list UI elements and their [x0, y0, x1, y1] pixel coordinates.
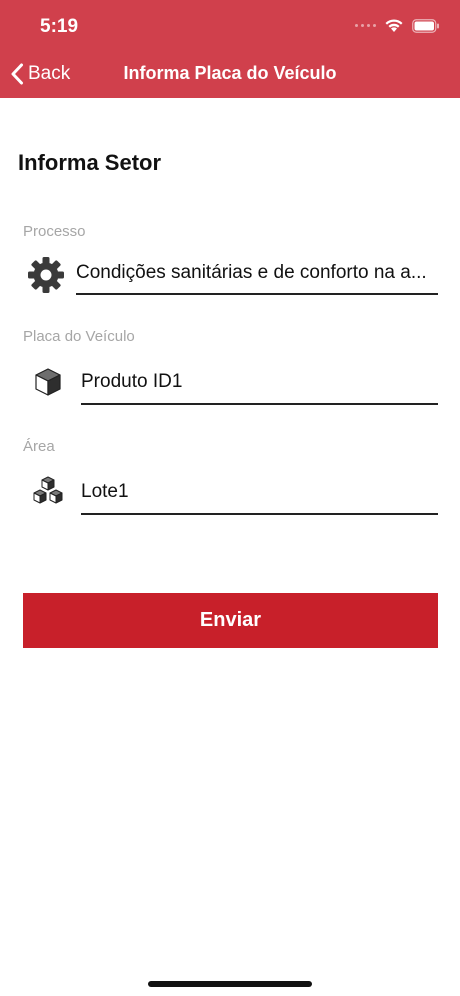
status-time: 5:19 — [40, 16, 79, 37]
home-indicator[interactable] — [148, 981, 312, 987]
cubes-icon — [30, 474, 66, 510]
placa-label: Placa do Veículo — [23, 328, 135, 345]
processo-label: Processo — [23, 223, 86, 240]
processo-field[interactable]: Condições sanitárias e de conforto na a.… — [76, 258, 438, 284]
wifi-icon — [385, 19, 403, 32]
placa-field[interactable]: Produto ID1 — [81, 367, 438, 393]
signal-icon — [355, 24, 376, 27]
status-indicators — [355, 18, 440, 33]
battery-icon — [412, 18, 439, 33]
processo-underline — [76, 293, 438, 295]
area-underline — [81, 513, 438, 515]
area-field[interactable]: Lote1 — [81, 477, 438, 503]
section-title: Informa Setor — [18, 150, 162, 175]
page-title: Informa Placa do Veículo — [123, 63, 337, 83]
placa-underline — [81, 403, 438, 405]
area-label: Área — [23, 438, 55, 455]
navigation-bar: Back Informa Placa do Veículo — [0, 50, 460, 98]
status-bar: 5:19 — [0, 0, 460, 50]
cube-icon — [32, 366, 64, 398]
gear-icon — [26, 255, 66, 295]
enviar-button[interactable]: Enviar — [23, 593, 438, 648]
